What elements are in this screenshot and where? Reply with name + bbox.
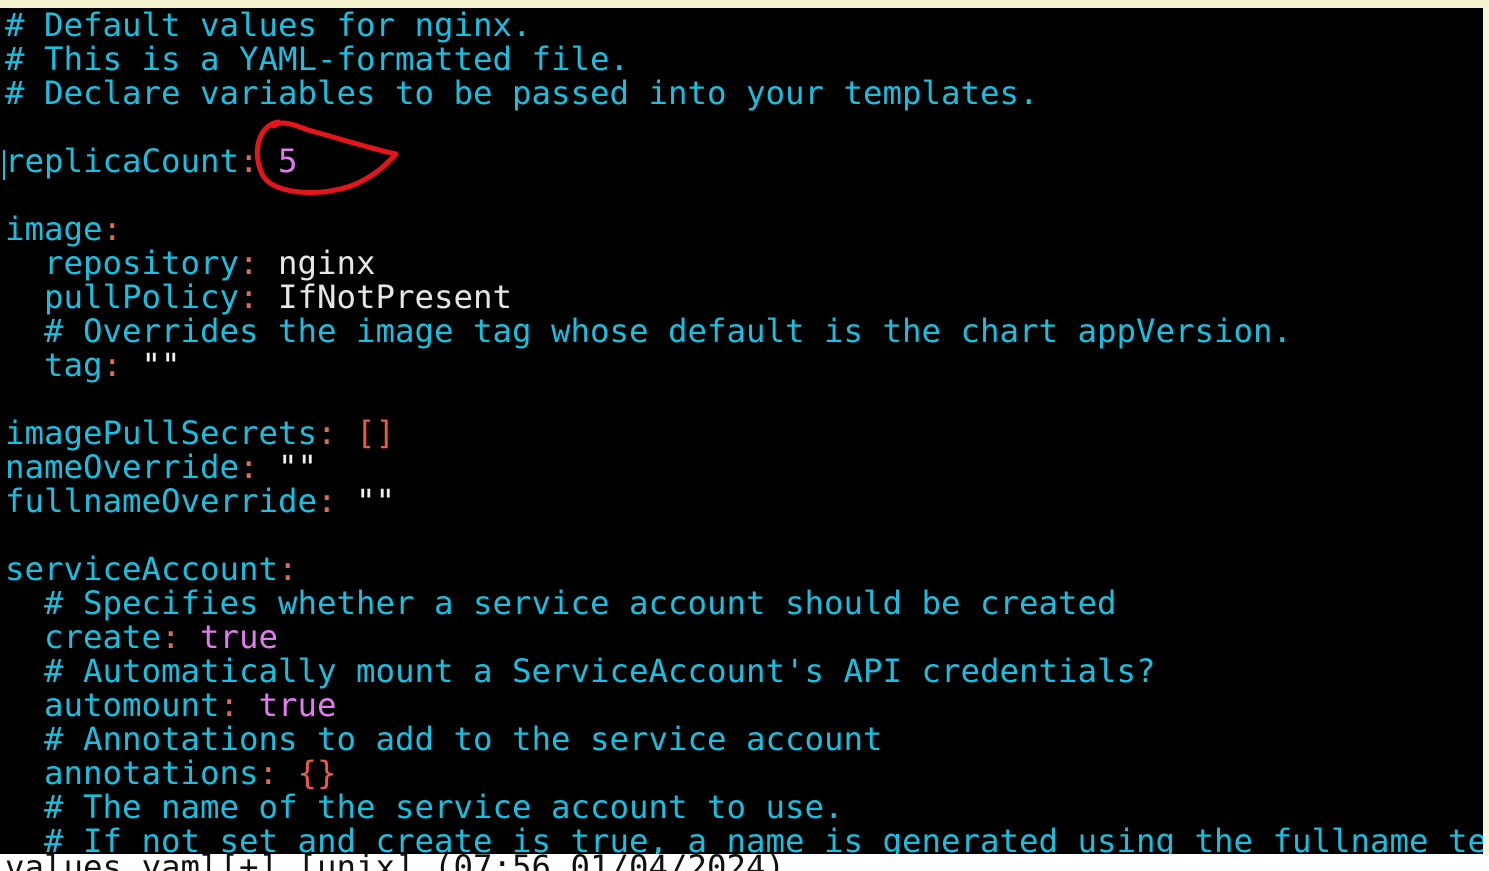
window-right-edge — [1483, 8, 1489, 854]
code-token: true — [200, 618, 279, 656]
code-token: : — [258, 754, 298, 792]
code-token: {} — [297, 754, 337, 792]
code-token: # Automatically mount a ServiceAccount's… — [5, 652, 1156, 690]
code-line: pullPolicy: IfNotPresent — [0, 280, 1483, 314]
code-line: # Declare variables to be passed into yo… — [0, 76, 1483, 110]
code-token: serviceAccount — [5, 550, 279, 588]
code-token: "" — [278, 448, 318, 486]
code-token: repository — [5, 244, 240, 282]
code-token: : — [219, 686, 259, 724]
code-line: nameOverride: "" — [0, 450, 1483, 484]
code-token: : — [239, 244, 279, 282]
code-line: # Default values for nginx. — [0, 8, 1483, 42]
code-line: repository: nginx — [0, 246, 1483, 280]
code-line: fullnameOverride: "" — [0, 484, 1483, 518]
code-token: nameOverride — [5, 448, 240, 486]
code-line: # If not set and create is true, a name … — [0, 824, 1483, 854]
code-token: : — [317, 482, 357, 520]
code-token: : — [239, 278, 279, 316]
annotation-stroke — [254, 119, 399, 195]
code-token: : — [161, 618, 201, 656]
code-token: : — [102, 210, 123, 248]
code-line: # Annotations to add to the service acco… — [0, 722, 1483, 756]
code-token: # Default values for nginx. — [5, 8, 532, 44]
code-line: serviceAccount: — [0, 552, 1483, 586]
status-bar: values.yaml[+] [unix] (07:56 01/04/2024) — [0, 854, 1489, 871]
code-token: : — [317, 414, 357, 452]
code-token: # Declare variables to be passed into yo… — [5, 74, 1039, 112]
code-token: replicaCount — [5, 142, 240, 180]
code-token: true — [258, 686, 337, 724]
code-line: image: — [0, 212, 1483, 246]
code-token: : — [239, 448, 279, 486]
code-token: automount — [5, 686, 220, 724]
code-token: # Overrides the image tag whose default … — [5, 312, 1293, 350]
red-circle-annotation — [254, 119, 399, 195]
code-line: # Overrides the image tag whose default … — [0, 314, 1483, 348]
window-top-strip — [0, 0, 1489, 8]
code-token: # Annotations to add to the service acco… — [5, 720, 883, 758]
code-line: imagePullSecrets: [] — [0, 416, 1483, 450]
code-token: image — [5, 210, 103, 248]
code-token: fullnameOverride — [5, 482, 318, 520]
code-line: replicaCount: 5 — [0, 144, 1483, 178]
code-token: : — [102, 346, 142, 384]
code-token: # Specifies whether a service account sh… — [5, 584, 1117, 622]
code-line: # The name of the service account to use… — [0, 790, 1483, 824]
code-token: # This is a YAML-formatted file. — [5, 40, 630, 78]
code-line: create: true — [0, 620, 1483, 654]
code-token: pullPolicy — [5, 278, 240, 316]
terminal-editor[interactable]: # Default values for nginx. # This is a Y… — [0, 8, 1483, 854]
status-bar-text: values.yaml[+] [unix] (07:56 01/04/2024) — [5, 854, 785, 871]
code-token: imagePullSecrets — [5, 414, 318, 452]
code-token: [] — [356, 414, 396, 452]
code-token: annotations — [5, 754, 259, 792]
code-token: IfNotPresent — [278, 278, 513, 316]
code-token: nginx — [278, 244, 376, 282]
code-line: annotations: {} — [0, 756, 1483, 790]
code-line: # This is a YAML-formatted file. — [0, 42, 1483, 76]
code-token: "" — [356, 482, 396, 520]
code-token: : — [278, 550, 298, 588]
code-token: # The name of the service account to use… — [5, 788, 844, 826]
code-line: # Automatically mount a ServiceAccount's… — [0, 654, 1483, 688]
cursor-marker — [3, 150, 5, 180]
code-token: "" — [141, 346, 181, 384]
code-token: tag — [5, 346, 103, 384]
code-token: # If not set and create is true, a name … — [5, 822, 1483, 854]
code-line: automount: true — [0, 688, 1483, 722]
code-token: create — [5, 618, 162, 656]
code-line: # Specifies whether a service account sh… — [0, 586, 1483, 620]
code-line: tag: "" — [0, 348, 1483, 382]
